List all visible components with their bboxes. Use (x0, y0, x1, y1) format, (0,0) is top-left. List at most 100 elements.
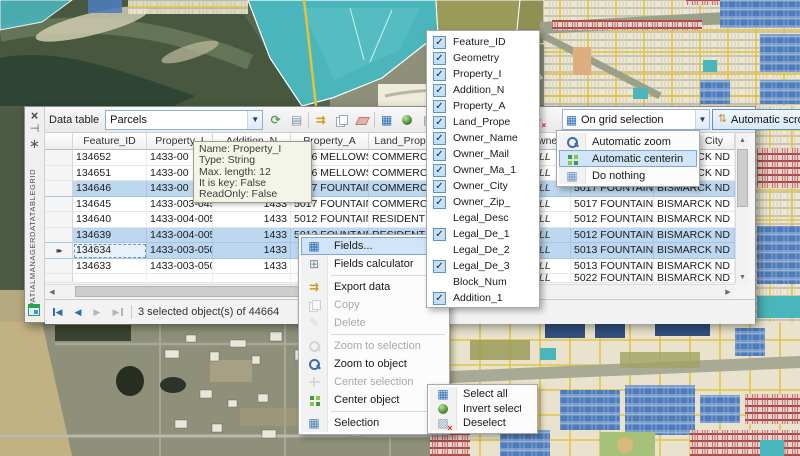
column-chooser-item[interactable]: Legal_Desc (427, 210, 539, 226)
column-chooser-item[interactable]: Owner_Mail (427, 146, 539, 162)
column-chooser-item[interactable]: Addition_N (427, 82, 539, 98)
scroll-up-icon[interactable]: ▲ (736, 133, 749, 147)
record-nav-button[interactable] (107, 303, 125, 321)
grid-selection-combo[interactable]: On grid selection ▼ (562, 109, 710, 130)
cell-feature-id[interactable]: 134652 (73, 150, 147, 166)
checkbox[interactable] (433, 148, 446, 161)
context-menu-item[interactable]: Delete ▶ (301, 314, 447, 332)
cell-feature-id[interactable]: 134640 (73, 212, 147, 228)
toolbar-button[interactable] (397, 109, 418, 130)
cell-city[interactable]: BISMARCK ND (654, 212, 735, 228)
cell-feature-id[interactable]: 134646 (73, 181, 147, 197)
toolbar-button[interactable] (310, 109, 331, 130)
cell-owner-ma-1[interactable]: 5012 FOUNTAIN... (571, 228, 654, 244)
grid-selection-menu-item[interactable]: Automatic zoom (559, 133, 697, 150)
row-indicator[interactable] (45, 212, 73, 228)
checkbox[interactable] (433, 164, 446, 177)
panel-window-icon[interactable] (27, 122, 43, 136)
cell-owner-ma-1[interactable]: 5017 FOUNTAIN... (571, 197, 654, 213)
cell-owner-ma[interactable]: LL (536, 212, 571, 228)
toolbar-button[interactable] (286, 109, 307, 130)
cell-feature-id[interactable]: 134634 (73, 243, 147, 259)
cell-addition-n[interactable]: 1433 (213, 212, 291, 228)
layer-select[interactable]: Parcels ▼ (105, 110, 263, 130)
row-indicator[interactable] (45, 150, 73, 166)
v-scrollbar[interactable]: ▲ ▼ (735, 133, 749, 284)
checkbox[interactable] (433, 260, 446, 273)
cell-feature-id[interactable] (73, 274, 147, 283)
row-indicator[interactable] (45, 228, 73, 244)
cell-addition-n[interactable]: 1433 (213, 243, 291, 259)
cell-city[interactable]: BISMARCK ND (654, 243, 735, 259)
cell-addition-n[interactable]: 1433 (213, 259, 291, 275)
cell-property-i[interactable]: 1433-004-005 (147, 228, 213, 244)
panel-window-icon[interactable] (27, 136, 43, 150)
cell-city[interactable]: BISMARCK ND (654, 197, 735, 213)
checkbox[interactable] (433, 180, 446, 193)
cell-owner-ma-1[interactable]: 5022 FOUNTAIN... (571, 274, 654, 283)
column-chooser-item[interactable]: Feature_ID (427, 34, 539, 50)
cell-city[interactable]: BISMARCK ND (654, 228, 735, 244)
cell-feature-id[interactable]: 134645 (73, 197, 147, 213)
row-indicator[interactable] (45, 243, 73, 259)
column-chooser-item[interactable]: Owner_Name (427, 130, 539, 146)
submenu-item[interactable]: Deselect (430, 416, 535, 431)
record-nav-button[interactable] (69, 303, 87, 321)
column-chooser-item[interactable]: Geometry (427, 50, 539, 66)
cell-owner-ma[interactable]: LL (536, 274, 571, 283)
cell-owner-ma[interactable]: LL (536, 259, 571, 275)
checkbox[interactable] (433, 52, 446, 65)
scroll-down-icon[interactable]: ▼ (736, 270, 749, 284)
column-chooser-item[interactable]: Land_Prope (427, 114, 539, 130)
column-chooser-item[interactable]: Legal_De_1 (427, 226, 539, 242)
checkbox[interactable] (433, 36, 446, 49)
column-chooser-item[interactable]: Property_A (427, 98, 539, 114)
chevron-down-icon[interactable]: ▼ (247, 111, 262, 129)
cell-property-a[interactable]: 5012 FOUNTAIN... (291, 212, 369, 228)
record-nav-button[interactable] (88, 303, 106, 321)
checkbox[interactable] (433, 196, 446, 209)
cell-addition-n[interactable] (213, 274, 291, 283)
checkbox[interactable] (433, 292, 446, 305)
checkbox[interactable] (433, 116, 446, 129)
scroll-right-icon[interactable]: ▶ (721, 285, 735, 299)
scroll-left-icon[interactable]: ◀ (45, 285, 59, 299)
column-chooser-item[interactable]: Property_I (427, 66, 539, 82)
cell-property-i[interactable]: 1433-003-050 (147, 259, 213, 275)
context-menu-item[interactable]: Zoom to selection ▶ (301, 337, 447, 355)
row-indicator[interactable] (45, 274, 73, 283)
cell-property-i[interactable]: 1433-003-050 (147, 243, 213, 259)
context-menu-item[interactable]: Zoom to object ▶ (301, 355, 447, 373)
checkbox[interactable] (433, 68, 446, 81)
column-header[interactable]: Feature_ID (73, 133, 147, 150)
row-indicator[interactable] (45, 166, 73, 182)
panel-window-icon[interactable] (27, 108, 43, 122)
toolbar-button[interactable] (376, 109, 397, 130)
checkbox[interactable] (433, 100, 446, 113)
toolbar-button[interactable] (265, 109, 286, 130)
row-indicator[interactable] (45, 259, 73, 275)
column-header[interactable] (45, 133, 73, 150)
column-chooser-item[interactable]: Owner_Zip_ (427, 194, 539, 210)
automatic-scroll-button[interactable]: Automatic scroll (712, 109, 800, 130)
submenu-item[interactable]: Select all (430, 387, 535, 402)
cell-addition-n[interactable]: 1433 (213, 228, 291, 244)
table-row[interactable]: 134645 1433-003-045 1433 5017 FOUNTAIN..… (45, 197, 735, 213)
column-chooser-item[interactable]: Owner_City (427, 178, 539, 194)
toolbar-button[interactable] (352, 109, 373, 130)
grid-selection-menu-item[interactable]: Automatic centering (559, 150, 697, 167)
column-chooser-item[interactable]: Owner_Ma_1 (427, 162, 539, 178)
cell-owner-ma[interactable]: LL (536, 243, 571, 259)
cell-city[interactable]: BISMARCK ND (654, 274, 735, 283)
v-scroll-thumb[interactable] (737, 149, 748, 207)
submenu-item[interactable]: Invert selection (430, 402, 535, 417)
grid-selection-menu-item[interactable]: Do nothing (559, 167, 697, 184)
context-menu-item[interactable]: Center object ▶ (301, 391, 447, 409)
record-nav-button[interactable] (50, 303, 68, 321)
cell-owner-ma[interactable]: LL (536, 228, 571, 244)
checkbox[interactable] (433, 132, 446, 145)
cell-city[interactable]: BISMARCK ND (654, 259, 735, 275)
checkbox[interactable] (433, 84, 446, 97)
row-indicator[interactable] (45, 181, 73, 197)
column-chooser-item[interactable]: Legal_De_2 (427, 242, 539, 258)
